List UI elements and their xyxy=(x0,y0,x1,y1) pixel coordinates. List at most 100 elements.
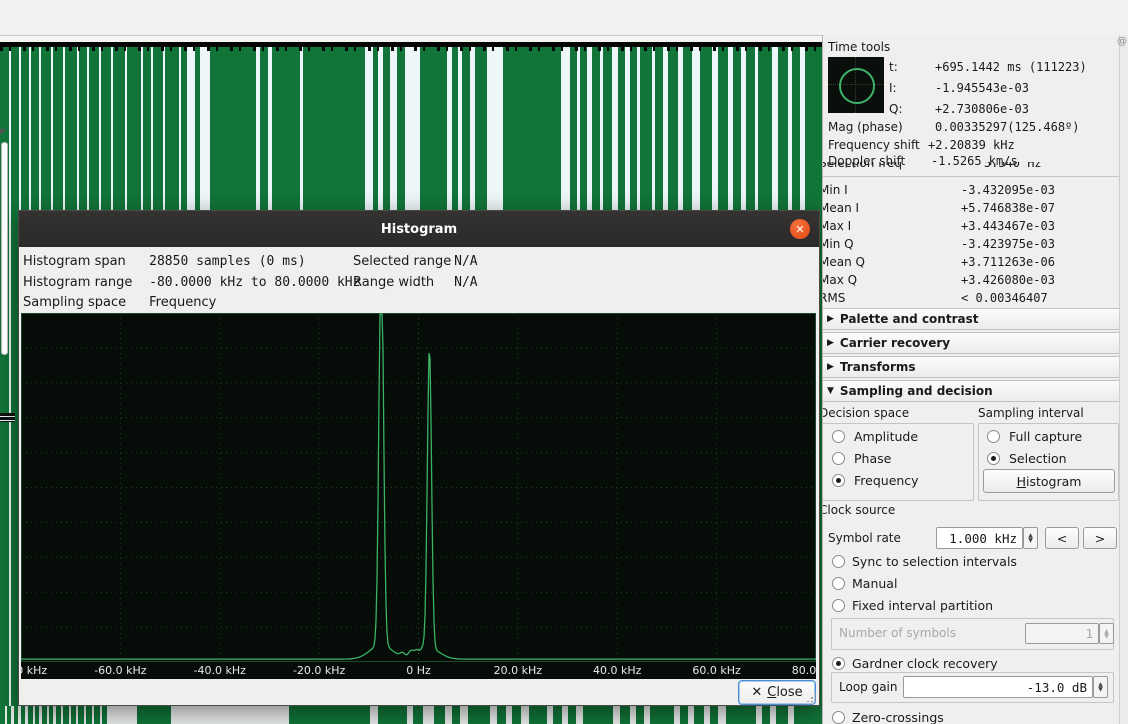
stat-mean-i-value: +5.746838e-07 xyxy=(961,201,1055,215)
radio-amplitude[interactable] xyxy=(832,430,845,443)
histogram-range-row: Histogram range -80.0000 kHz to 80.0000 … xyxy=(23,275,360,291)
radio-amplitude-label: Amplitude xyxy=(854,429,918,444)
radio-gardner-label: Gardner clock recovery xyxy=(852,656,998,671)
stat-mean-i-label: Mean I xyxy=(822,201,859,215)
section-label: Carrier recovery xyxy=(840,336,950,350)
number-of-symbols-spinner[interactable]: ▲▼ xyxy=(1099,623,1114,644)
axis-tick-label: 80.0 kHz xyxy=(792,664,816,677)
waterfall-signal-stripe xyxy=(21,706,25,724)
symbol-rate-spinner[interactable]: ▲▼ xyxy=(1023,527,1038,549)
waterfall-signal-stripe xyxy=(776,706,788,724)
i-label: I: xyxy=(889,81,897,95)
waterfall-signal-stripe xyxy=(583,706,613,724)
waterfall-signal-stripe xyxy=(63,706,69,724)
symbol-rate-prev-button[interactable]: < xyxy=(1045,527,1079,549)
waterfall-signal-stripe xyxy=(726,706,756,724)
q-label: Q: xyxy=(889,102,903,116)
waterfall-signal-stripe xyxy=(553,706,562,724)
t-value: +695.1442 ms (111223) xyxy=(935,60,1087,74)
waterfall-signal-stripe xyxy=(86,706,92,724)
expanded-arrow-icon: ▼ xyxy=(827,386,834,396)
stat-mean-q-label: Mean Q xyxy=(822,255,865,269)
t-label: t: xyxy=(889,60,898,74)
axis-tick-label: -80.0 kHz xyxy=(21,664,47,677)
loop-gain-spinner[interactable]: ▲▼ xyxy=(1093,676,1108,698)
close-button-label: Close xyxy=(767,685,802,700)
symbol-rate-next-button[interactable]: > xyxy=(1083,527,1117,549)
radio-frequency[interactable] xyxy=(832,474,845,487)
waterfall-bottom-band xyxy=(0,706,822,724)
selection-freq-value: 5.540 Hz xyxy=(984,162,1042,170)
panel-scrollbar[interactable] xyxy=(1119,35,1128,724)
range-width-row: Range width N/A xyxy=(353,275,478,291)
waterfall-signal-stripe xyxy=(710,706,718,724)
sampling-space-label: Sampling space xyxy=(23,295,145,310)
axis-tick-label: -20.0 kHz xyxy=(293,664,345,677)
scrollbar-thumb[interactable] xyxy=(1,142,8,355)
number-of-symbols-input[interactable]: 1 xyxy=(1025,623,1099,644)
collapsed-arrow-icon: ▶ xyxy=(827,338,834,348)
radio-frequency-label: Frequency xyxy=(854,473,919,488)
section-palette-and-contrast[interactable]: ▶ Palette and contrast xyxy=(823,308,1119,330)
radio-manual-label: Manual xyxy=(852,576,897,591)
section-sampling-and-decision[interactable]: ▼ Sampling and decision xyxy=(823,380,1119,402)
frequency-marker-handle[interactable] xyxy=(0,413,15,422)
waterfall-signal-stripe xyxy=(71,706,76,724)
stat-min-i-value: -3.432095e-03 xyxy=(961,183,1055,197)
stat-min-q-value: -3.423975e-03 xyxy=(961,237,1055,251)
radio-sync-to-selection-label: Sync to selection intervals xyxy=(852,554,1017,569)
loop-gain-input[interactable]: -13.0 dB xyxy=(903,676,1093,698)
time-tools-title: Time tools xyxy=(828,40,890,54)
panel-corner-icon: @ xyxy=(1117,36,1127,47)
histogram-range-value: -80.0000 kHz to 80.0000 kHz xyxy=(149,275,360,290)
close-button[interactable]: ✕ Close xyxy=(738,680,816,705)
waterfall-signal-stripe xyxy=(468,706,490,724)
waterfall-signal-stripe xyxy=(14,706,18,724)
waterfall-signal-stripe xyxy=(94,706,100,724)
radio-full-capture[interactable] xyxy=(987,430,1000,443)
axis-tick-label: 20.0 kHz xyxy=(494,664,542,677)
scrollbar-arrow-icon[interactable]: ◤ xyxy=(0,127,6,136)
radio-phase[interactable] xyxy=(832,452,845,465)
section-label: Transforms xyxy=(840,360,916,374)
waterfall-signal-stripe xyxy=(78,706,84,724)
radio-full-capture-label: Full capture xyxy=(1009,429,1082,444)
frequency-axis: -80.0 kHz-60.0 kHz-40.0 kHz-20.0 kHz0 Hz… xyxy=(21,662,816,679)
radio-zero-crossings[interactable] xyxy=(832,711,845,724)
loop-gain-label: Loop gain xyxy=(839,680,898,694)
mag-phase-label: Mag (phase) xyxy=(828,120,903,134)
waterfall-signal-stripe xyxy=(694,706,704,724)
histogram-trace xyxy=(21,313,816,662)
radio-manual[interactable] xyxy=(832,577,845,590)
section-label: Sampling and decision xyxy=(840,384,993,398)
close-icon[interactable]: ✕ xyxy=(790,219,810,239)
axis-tick-label: -40.0 kHz xyxy=(194,664,246,677)
stat-max-q-label: Max Q xyxy=(822,273,857,287)
radio-zero-crossings-label: Zero-crossings xyxy=(852,710,944,724)
histogram-span-row: Histogram span 28850 samples (0 ms) xyxy=(23,254,306,270)
radio-sync-to-selection[interactable] xyxy=(832,555,845,568)
histogram-plot[interactable]: -80.0 kHz-60.0 kHz-40.0 kHz-20.0 kHz0 Hz… xyxy=(21,313,816,679)
section-transforms[interactable]: ▶ Transforms xyxy=(823,356,1119,378)
top-toolbar xyxy=(0,0,1128,36)
radio-selection[interactable] xyxy=(987,452,1000,465)
axis-tick-label: 60.0 kHz xyxy=(692,664,740,677)
waterfall-signal-stripe xyxy=(568,706,576,724)
collapsed-arrow-icon: ▶ xyxy=(827,362,834,372)
stat-min-q-label: Min Q xyxy=(822,237,854,251)
close-button-x-icon: ✕ xyxy=(751,685,762,700)
stat-rms-value: < 0.00346407 xyxy=(961,291,1048,305)
waterfall-signal-stripe xyxy=(28,706,33,724)
histogram-span-value: 28850 samples (0 ms) xyxy=(149,254,306,269)
radio-fixed-interval[interactable] xyxy=(832,599,845,612)
section-carrier-recovery[interactable]: ▶ Carrier recovery xyxy=(823,332,1119,354)
section-label: Palette and contrast xyxy=(840,312,979,326)
waterfall-signal-stripe xyxy=(529,706,547,724)
stat-max-i-label: Max I xyxy=(822,219,851,233)
waterfall-signal-stripe xyxy=(434,706,445,724)
histogram-button[interactable]: Histogram xyxy=(983,469,1115,493)
radio-gardner-clock-recovery[interactable] xyxy=(832,657,845,670)
dialog-titlebar[interactable]: Histogram ✕ xyxy=(19,211,819,247)
symbol-rate-input[interactable]: 1.000 kHz xyxy=(936,527,1023,549)
symbol-rate-label: Symbol rate xyxy=(828,531,901,545)
